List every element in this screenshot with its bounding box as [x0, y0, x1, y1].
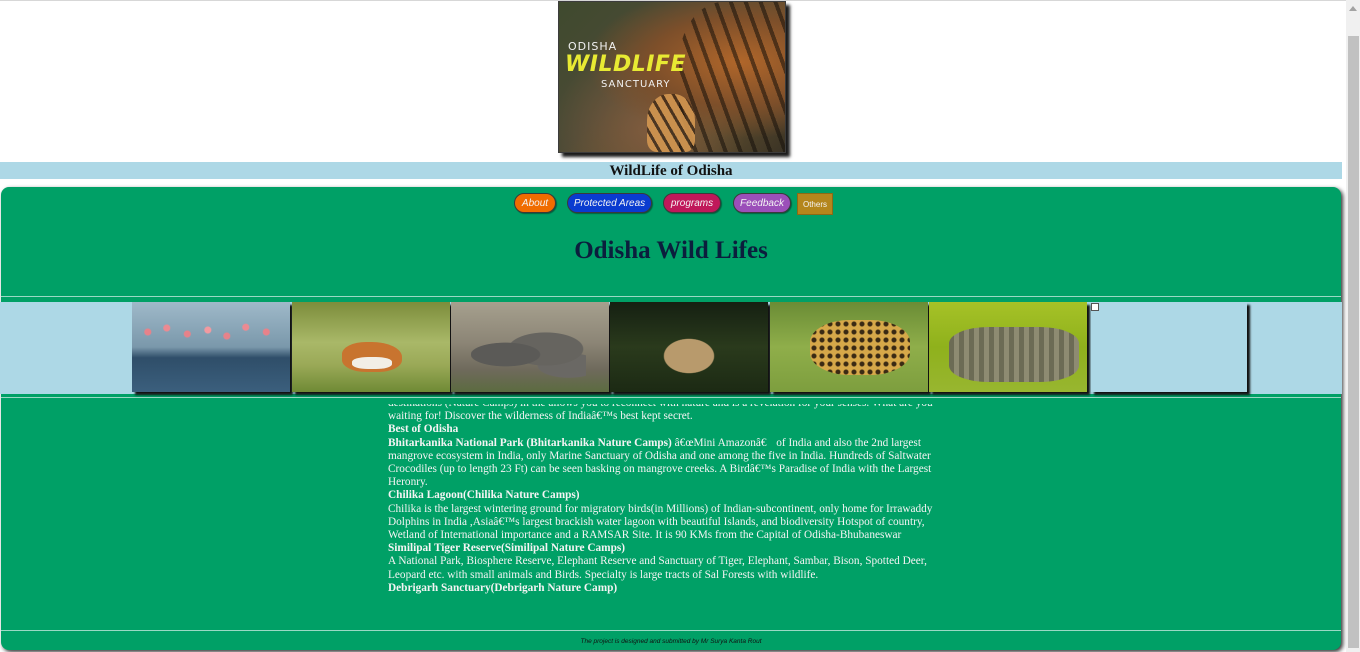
park-title: Chilika Lagoon(Chilika Nature Camps) — [388, 489, 580, 502]
leopard-photo — [770, 302, 928, 392]
site-title: WildLife of Odisha — [0, 162, 1342, 179]
banner-text-wildlife: WILDLIFE — [565, 52, 686, 77]
nav-others-button[interactable]: Others — [797, 193, 833, 215]
photo-gallery — [0, 302, 1342, 394]
intro-text: destinations (Nature Camps) in the allow… — [388, 404, 933, 423]
nav-about-button[interactable]: About — [514, 193, 556, 213]
content-scroll-area[interactable]: destinations (Nature Camps) in the allow… — [388, 404, 960, 628]
tiger-cub-illustration — [647, 94, 695, 152]
empty-photo-frame — [1091, 302, 1247, 392]
banner-image: ODISHA WILDLIFE SANCTUARY — [558, 1, 786, 153]
tiger-illustration — [679, 2, 785, 152]
broken-image-icon — [1091, 303, 1099, 311]
vertical-scrollbar[interactable] — [1346, 0, 1360, 652]
flamingo-photo — [132, 302, 290, 392]
scrollbar-thumb[interactable] — [1348, 36, 1359, 648]
park-title: Debrigarh Sanctuary(Debrigarh Nature Cam… — [388, 581, 618, 594]
nav-protected-areas-button[interactable]: Protected Areas — [567, 193, 652, 213]
park-title: Similipal Tiger Reserve(Similipal Nature… — [388, 542, 626, 555]
divider — [1, 397, 1341, 398]
main-panel: About Protected Areas programs Feedback … — [1, 187, 1341, 650]
park-text: Chilika is the largest wintering ground … — [388, 502, 933, 542]
crocodile-photo — [929, 302, 1087, 392]
elephant-photo — [451, 302, 609, 392]
park-text: A National Park, Biosphere Reserve, Elep… — [388, 555, 927, 581]
divider — [1, 296, 1341, 297]
nav-feedback-button[interactable]: Feedback — [733, 193, 791, 213]
park-description: Bhitarkanika National Park (Bhitarkanika… — [388, 437, 960, 490]
nav-programs-button[interactable]: programs — [663, 193, 721, 213]
banner-text-sanctuary: SANCTUARY — [601, 79, 671, 90]
scroll-up-arrow-icon[interactable] — [1346, 0, 1360, 16]
antelope-photo — [292, 302, 450, 392]
park-title: Bhitarkanika National Park (Bhitarkanika… — [388, 436, 672, 449]
divider — [1, 630, 1341, 631]
page-heading: Odisha Wild Lifes — [574, 237, 768, 264]
footer-credit: The project is designed and submitted by… — [580, 638, 762, 645]
section-heading: Best of Odisha — [388, 423, 459, 436]
deer-photo — [610, 302, 768, 392]
nav-bar: About Protected Areas programs Feedback … — [1, 187, 1341, 219]
